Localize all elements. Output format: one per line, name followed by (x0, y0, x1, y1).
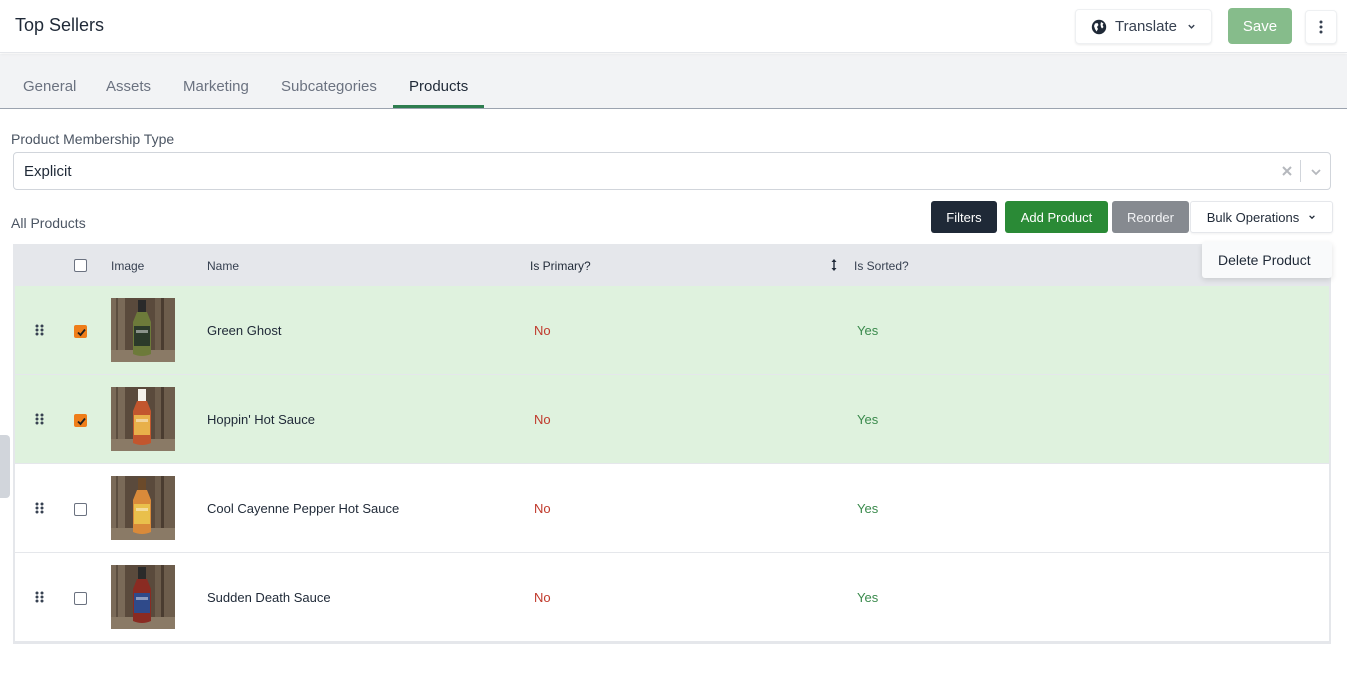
row-checkbox[interactable] (74, 414, 87, 427)
product-image (111, 298, 175, 362)
is-sorted-value: Yes (857, 412, 879, 427)
page-header: Top Sellers Translate Save (0, 0, 1347, 53)
chevron-down-icon[interactable] (1310, 166, 1322, 178)
save-button[interactable]: Save (1228, 8, 1292, 44)
drag-handle-icon[interactable] (35, 413, 45, 425)
sort-icon[interactable] (831, 258, 837, 272)
row-checkbox[interactable] (74, 503, 87, 516)
filters-button[interactable]: Filters (931, 201, 997, 233)
membership-type-label: Product Membership Type (11, 131, 175, 147)
column-image: Image (111, 259, 145, 273)
is-sorted-value: Yes (857, 323, 879, 338)
drag-handle-icon[interactable] (35, 502, 45, 514)
tab-general[interactable]: General (23, 78, 76, 95)
membership-type-select[interactable]: Explicit (13, 152, 1331, 190)
is-primary-value: No (534, 501, 551, 516)
tab-assets[interactable]: Assets (106, 78, 151, 95)
products-table: Image Name Is Primary? Is Sorted? Green … (13, 244, 1331, 644)
column-name[interactable]: Name (207, 259, 239, 273)
is-primary-value: No (534, 323, 551, 338)
tab-products[interactable]: Products (409, 78, 468, 95)
row-checkbox[interactable] (74, 325, 87, 338)
select-separator (1300, 160, 1301, 182)
drag-handle-icon[interactable] (35, 591, 45, 603)
delete-product-menu-item[interactable]: Delete Product (1202, 242, 1332, 278)
column-is-sorted[interactable]: Is Sorted? (854, 259, 909, 273)
product-image (111, 476, 175, 540)
page-title: Top Sellers (15, 15, 105, 35)
table-row[interactable]: Sudden Death Sauce No Yes (15, 553, 1329, 642)
add-product-button[interactable]: Add Product (1005, 201, 1108, 233)
is-sorted-value: Yes (857, 590, 879, 605)
table-row[interactable]: Hoppin' Hot Sauce No Yes (15, 375, 1329, 464)
active-tab-indicator (393, 105, 484, 108)
vertical-dots-icon (1319, 20, 1323, 34)
table-row[interactable]: Cool Cayenne Pepper Hot Sauce No Yes (15, 464, 1329, 553)
reorder-button[interactable]: Reorder (1112, 201, 1189, 233)
membership-type-value: Explicit (24, 163, 72, 180)
product-name[interactable]: Sudden Death Sauce (207, 590, 331, 605)
bulk-operations-button[interactable]: Bulk Operations (1190, 201, 1333, 233)
is-sorted-value: Yes (857, 501, 879, 516)
table-header: Image Name Is Primary? Is Sorted? (15, 244, 1331, 286)
select-all-checkbox[interactable] (74, 259, 87, 272)
row-checkbox[interactable] (74, 592, 87, 605)
product-image (111, 565, 175, 629)
tab-subcategories[interactable]: Subcategories (281, 78, 377, 95)
table-row[interactable]: Green Ghost No Yes (15, 286, 1329, 375)
product-name[interactable]: Cool Cayenne Pepper Hot Sauce (207, 501, 399, 516)
chevron-down-icon (1309, 215, 1316, 220)
column-is-primary[interactable]: Is Primary? (530, 259, 591, 273)
all-products-label: All Products (11, 215, 86, 231)
product-name[interactable]: Hoppin' Hot Sauce (207, 412, 315, 427)
chevron-down-icon (1188, 24, 1195, 29)
clear-icon[interactable] (1280, 164, 1294, 178)
is-primary-value: No (534, 590, 551, 605)
drag-handle-icon[interactable] (35, 324, 45, 336)
translate-label: Translate (1115, 18, 1177, 35)
is-primary-value: No (534, 412, 551, 427)
product-image (111, 387, 175, 451)
product-name[interactable]: Green Ghost (207, 323, 281, 338)
tab-marketing[interactable]: Marketing (183, 78, 249, 95)
translate-button[interactable]: Translate (1075, 9, 1212, 44)
side-panel-toggle[interactable] (0, 435, 10, 498)
globe-icon (1091, 19, 1107, 34)
more-options-button[interactable] (1305, 10, 1337, 44)
tab-bar: General Assets Marketing Subcategories P… (0, 54, 1347, 109)
bulk-operations-label: Bulk Operations (1206, 209, 1300, 225)
